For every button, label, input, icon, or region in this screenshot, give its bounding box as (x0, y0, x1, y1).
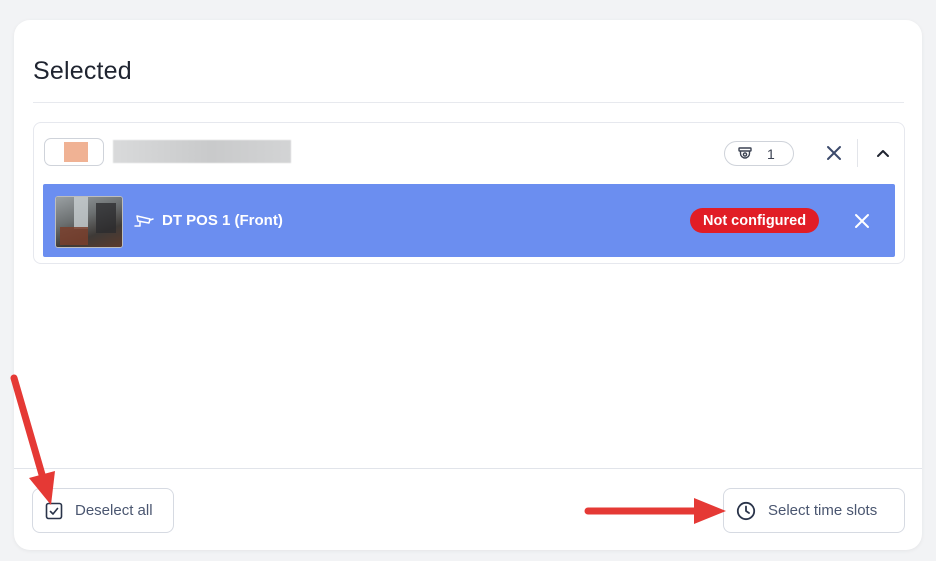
color-swatch-fill (64, 142, 88, 162)
camera-name: DT POS 1 (Front) (162, 212, 283, 229)
panel-title: Selected (33, 57, 132, 85)
status-badge: Not configured (690, 208, 820, 233)
camera-group: 1 DT POS 1 (Front) Not configured (33, 122, 905, 264)
camera-row[interactable]: DT POS 1 (Front) Not configured (43, 184, 895, 257)
close-icon (827, 146, 841, 160)
footer-divider (14, 468, 922, 469)
group-color-swatch[interactable] (44, 138, 104, 166)
select-time-slots-label: Select time slots (768, 502, 878, 519)
close-icon (855, 214, 869, 228)
title-divider (33, 102, 904, 103)
remove-group-button[interactable] (822, 141, 846, 165)
select-time-slots-button[interactable]: Select time slots (723, 488, 905, 533)
deselect-all-label: Deselect all (75, 502, 153, 519)
deselect-all-button[interactable]: Deselect all (32, 488, 174, 533)
camera-count-badge: 1 (724, 141, 794, 166)
selected-panel: Selected 1 DT POS 1 (Front) Not configur… (14, 20, 922, 550)
camera-count: 1 (767, 145, 775, 162)
checkbox-checked-icon (45, 502, 63, 519)
security-camera-icon (133, 213, 155, 234)
remove-camera-button[interactable] (851, 210, 873, 232)
group-header: 1 (34, 123, 904, 183)
clock-icon (736, 501, 756, 520)
group-name-redacted (113, 140, 291, 163)
camera-dome-icon (737, 146, 753, 162)
header-divider (857, 139, 858, 167)
camera-thumbnail (55, 196, 123, 248)
collapse-group-button[interactable] (872, 142, 894, 164)
chevron-up-icon (877, 150, 889, 157)
